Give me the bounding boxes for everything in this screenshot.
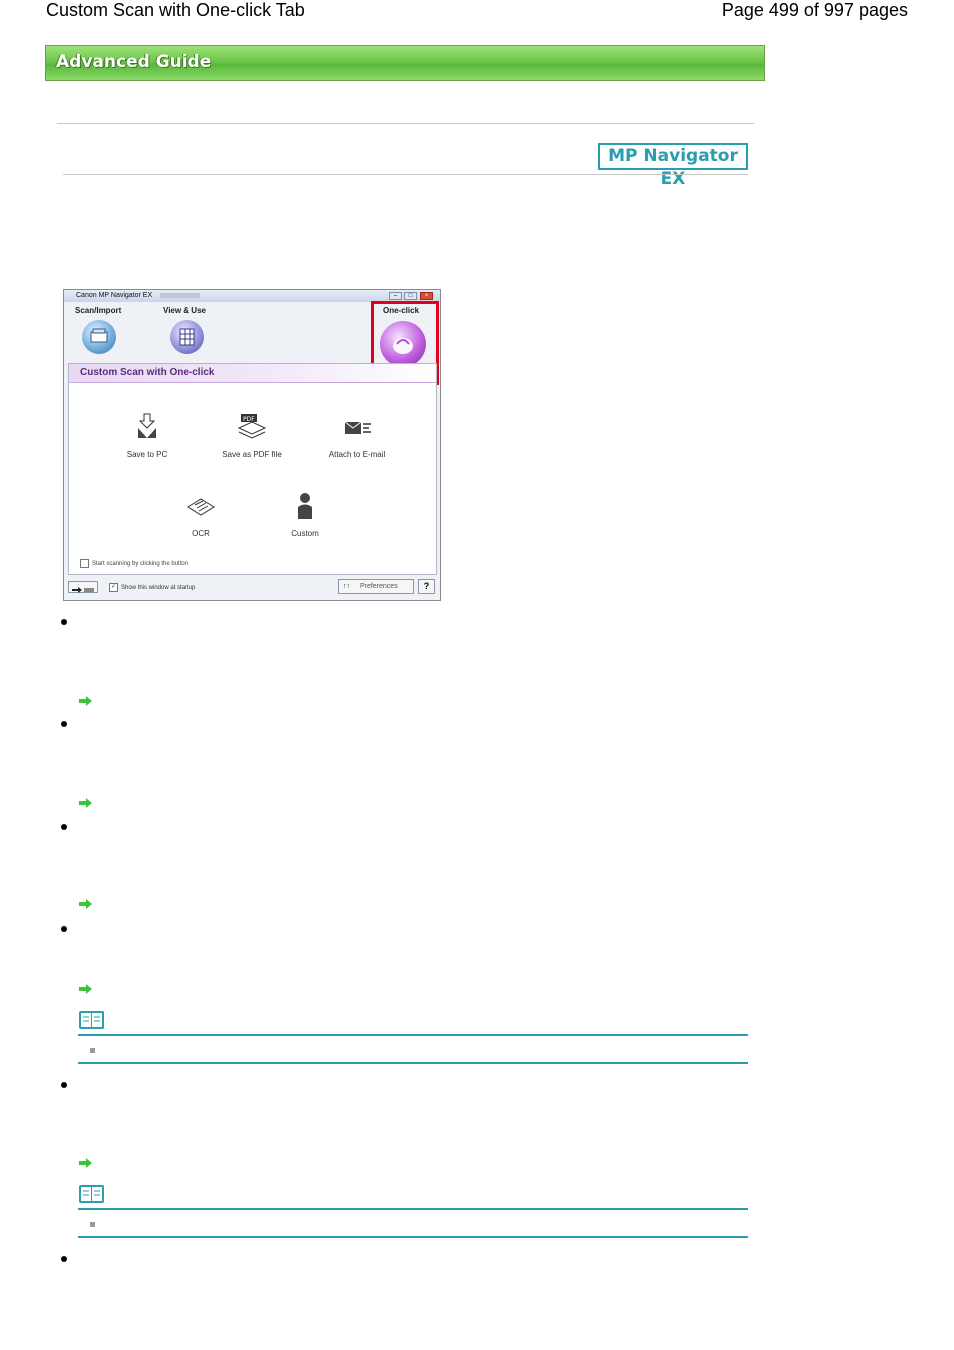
bullet-1 — [61, 619, 67, 625]
note-rule-bottom — [78, 1062, 748, 1064]
email-icon — [342, 412, 372, 442]
note-book-icon — [79, 1185, 104, 1203]
preferences-button[interactable]: ↑↑ Preferences — [338, 579, 414, 594]
close-icon[interactable]: × — [420, 292, 433, 300]
save-to-pc-icon — [132, 412, 162, 442]
bullet-2 — [61, 721, 67, 727]
ocr-button[interactable]: OCR — [156, 491, 246, 538]
link-arrow-icon[interactable] — [78, 983, 92, 995]
note-book-icon — [79, 1011, 104, 1029]
arrow-right-icon — [72, 587, 94, 593]
maximize-icon[interactable]: □ — [404, 292, 417, 300]
window-title: Canon MP Navigator EX — [76, 292, 153, 299]
tab-scan-import[interactable]: Scan/Import — [75, 306, 121, 315]
link-arrow-icon[interactable] — [78, 797, 92, 809]
link-arrow-icon[interactable] — [78, 1157, 92, 1169]
preferences-label: Preferences — [359, 583, 398, 590]
start-scanning-option[interactable]: Start scanning by clicking the button — [80, 559, 188, 568]
app-window-screenshot: Canon MP Navigator EX – □ × Scan/Import … — [63, 289, 441, 601]
note-rule-top — [78, 1208, 748, 1210]
show-window-checkbox[interactable]: ✓ — [109, 583, 118, 592]
advanced-guide-banner: Advanced Guide — [45, 45, 765, 81]
panel-header: Custom Scan with One-click — [69, 364, 436, 383]
custom-button[interactable]: Custom — [260, 491, 350, 538]
minimize-icon[interactable]: – — [389, 292, 402, 300]
panel-title: Custom Scan with One-click — [80, 367, 215, 378]
note-item-marker — [90, 1048, 95, 1053]
bullet-6 — [61, 1256, 67, 1262]
custom-person-icon — [290, 491, 320, 521]
save-as-pdf-button[interactable]: PDF Save as PDF file — [207, 412, 297, 459]
help-button[interactable]: ? — [418, 579, 435, 594]
custom-label: Custom — [291, 529, 319, 538]
ocr-icon — [186, 491, 216, 521]
product-badge: MP Navigator EX — [598, 143, 748, 189]
page-header-title: Custom Scan with One-click Tab — [46, 0, 305, 20]
pdf-file-icon: PDF — [237, 412, 267, 442]
banner-label: Advanced Guide — [56, 52, 212, 72]
show-window-option[interactable]: ✓ Show this window at startup — [109, 583, 195, 592]
pdf-tag: PDF — [243, 416, 255, 423]
preferences-icon: ↑↑ — [343, 583, 350, 590]
note-rule-top — [78, 1034, 748, 1036]
view-use-icon[interactable] — [170, 320, 204, 354]
save-to-pc-label: Save to PC — [126, 450, 168, 459]
custom-scan-panel: Custom Scan with One-click Save to PC PD… — [68, 363, 437, 575]
ocr-label: OCR — [192, 529, 210, 538]
attach-email-button[interactable]: Attach to E-mail — [312, 412, 402, 459]
bullet-5 — [61, 1082, 67, 1088]
start-scanning-label: Start scanning by clicking the button — [92, 561, 189, 568]
bullet-4 — [61, 926, 67, 932]
save-to-pc-button[interactable]: Save to PC — [102, 412, 192, 459]
attach-email-label: Attach to E-mail — [328, 450, 386, 459]
note-rule-bottom — [78, 1236, 748, 1238]
page-number: Page 499 of 997 pages — [721, 0, 908, 20]
divider-top — [57, 123, 754, 124]
navigate-button[interactable] — [68, 581, 98, 593]
note-item-marker — [90, 1222, 95, 1227]
link-arrow-icon[interactable] — [78, 695, 92, 707]
save-as-pdf-label: Save as PDF file — [222, 450, 282, 459]
start-scanning-checkbox[interactable] — [80, 559, 89, 568]
show-window-label: Show this window at startup — [121, 585, 196, 592]
tab-view-use[interactable]: View & Use — [163, 306, 206, 315]
scan-import-icon[interactable] — [82, 320, 116, 354]
bullet-3 — [61, 824, 67, 830]
link-arrow-icon[interactable] — [78, 898, 92, 910]
divider-bottom — [63, 174, 748, 175]
